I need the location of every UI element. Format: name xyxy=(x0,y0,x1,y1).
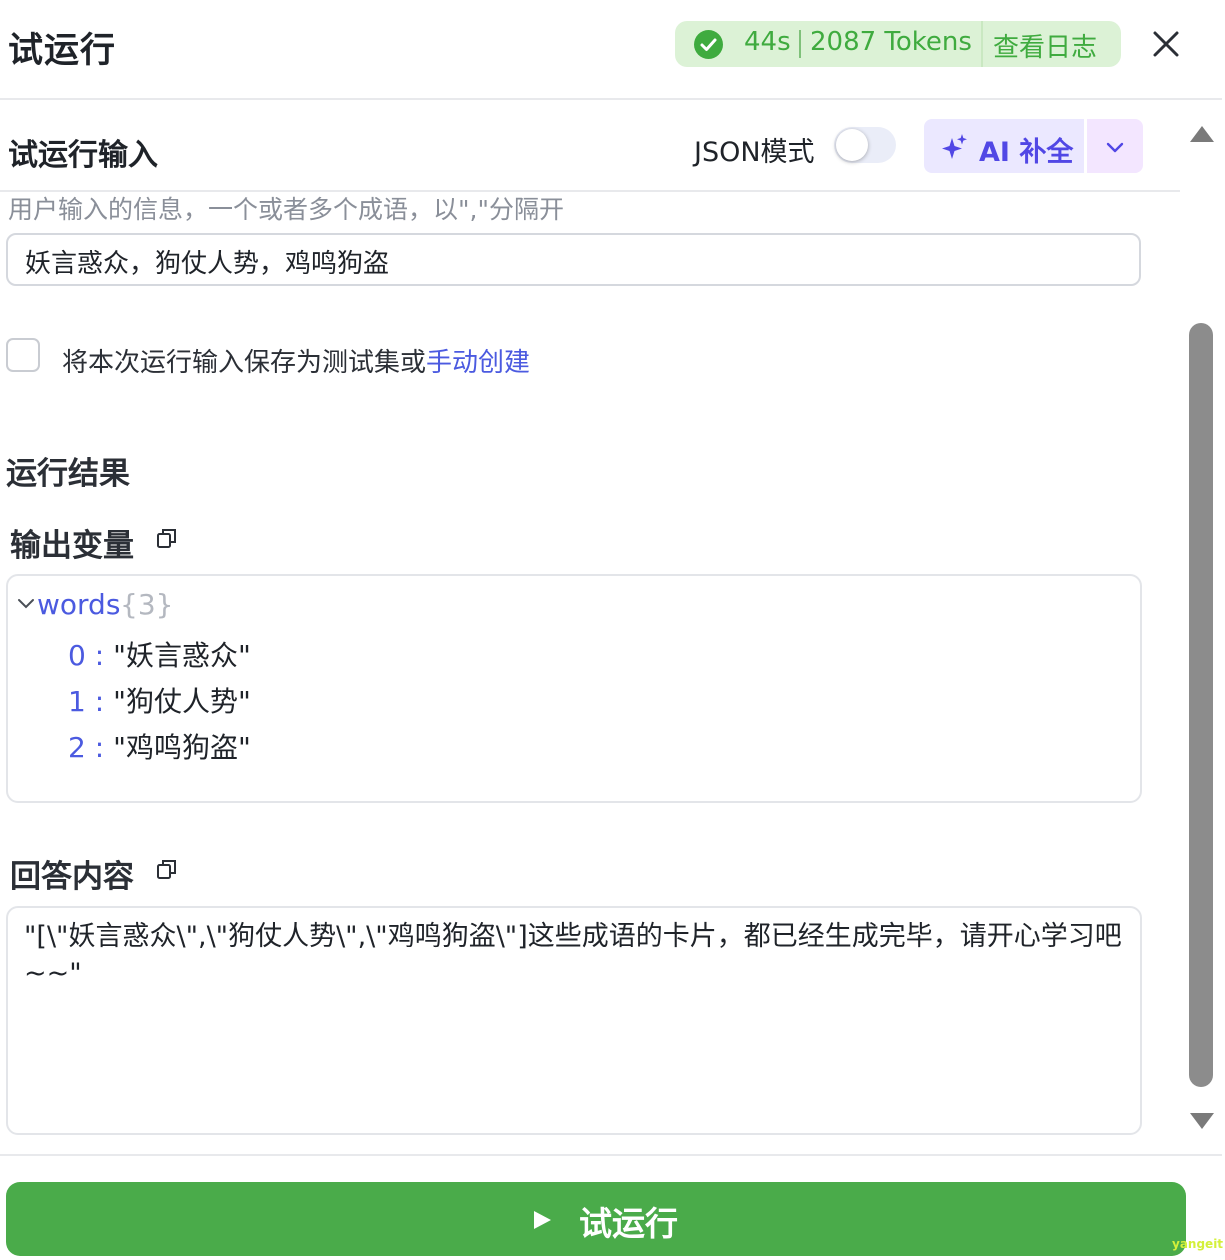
scroll-down-arrow-icon[interactable] xyxy=(1188,1111,1216,1135)
dialog-header: 试运行 44s 2087 Tokens 查看日志 xyxy=(0,0,1222,100)
token-count: 2087 Tokens xyxy=(810,27,972,57)
scroll-up-arrow-icon[interactable] xyxy=(1188,124,1216,148)
save-text: 将本次运行输入保存为测试集或 xyxy=(62,348,427,378)
tree-item: 1 : "狗仗人势" xyxy=(68,685,251,718)
answer-content-box: "[\"妖言惑众\",\"狗仗人势\",\"鸡鸣狗盗\"]这些成语的卡片，都已经… xyxy=(6,906,1142,1135)
answer-content-title: 回答内容 xyxy=(10,859,134,895)
save-as-testset-label: 将本次运行输入保存为测试集或手动创建 xyxy=(62,342,530,379)
divider xyxy=(981,21,983,67)
run-button-label: 试运行 xyxy=(579,1204,678,1243)
watermark: yangeit xyxy=(1172,1237,1224,1251)
output-variables-title: 输出变量 xyxy=(10,528,134,564)
tree-key-words[interactable]: words xyxy=(37,588,120,621)
tree-index: 2 xyxy=(68,731,86,764)
chevron-down-icon xyxy=(1106,142,1124,153)
chevron-down-icon[interactable] xyxy=(16,596,36,616)
scrollbar-thumb[interactable] xyxy=(1189,323,1213,1087)
tree-item: 0 : "妖言惑众" xyxy=(68,639,251,672)
close-icon[interactable] xyxy=(1150,28,1182,60)
divider xyxy=(799,30,801,58)
toggle-knob xyxy=(836,129,868,161)
run-duration: 44s xyxy=(744,27,791,57)
tree-value: "妖言惑众" xyxy=(113,639,251,672)
user-input-field[interactable]: 妖言惑众，狗仗人势，鸡鸣狗盗 xyxy=(6,233,1141,286)
view-log-link[interactable]: 查看日志 xyxy=(993,27,1097,64)
save-as-testset-checkbox[interactable] xyxy=(6,338,40,372)
tree-index: 0 xyxy=(68,639,86,672)
dialog-title: 试运行 xyxy=(8,31,117,71)
play-icon xyxy=(531,1209,553,1235)
ai-options-dropdown[interactable] xyxy=(1087,119,1143,173)
copy-icon[interactable] xyxy=(156,527,178,549)
tree-value: "狗仗人势" xyxy=(113,685,251,718)
output-variables-box: words {3} 0 : "妖言惑众" 1 : "狗仗人势" 2 : "鸡鸣狗… xyxy=(6,574,1142,803)
input-field-label: 用户输入的信息，一个或者多个成语，以","分隔开 xyxy=(8,195,564,224)
result-title: 运行结果 xyxy=(6,456,130,492)
ai-complete-label: AI 补全 xyxy=(979,137,1074,168)
json-mode-toggle[interactable] xyxy=(834,127,896,163)
input-section-title: 试运行输入 xyxy=(8,138,158,173)
tree-index: 1 xyxy=(68,685,86,718)
ai-complete-button[interactable]: AI 补全 xyxy=(924,119,1084,173)
tree-item: 2 : "鸡鸣狗盗" xyxy=(68,731,251,764)
sparkle-icon xyxy=(941,133,969,165)
json-mode-label: JSON模式 xyxy=(694,137,815,168)
tree-item-count: {3} xyxy=(120,588,174,621)
copy-icon[interactable] xyxy=(156,858,178,880)
input-section-header: 试运行输入 JSON模式 AI 补全 xyxy=(0,100,1180,192)
divider xyxy=(0,1154,1222,1156)
run-button[interactable]: 试运行 xyxy=(6,1182,1186,1256)
manual-create-link[interactable]: 手动创建 xyxy=(426,348,530,378)
success-check-icon xyxy=(694,30,723,59)
tree-value: "鸡鸣狗盗" xyxy=(113,731,251,764)
run-stats-badge: 44s 2087 Tokens 查看日志 xyxy=(675,21,1121,67)
